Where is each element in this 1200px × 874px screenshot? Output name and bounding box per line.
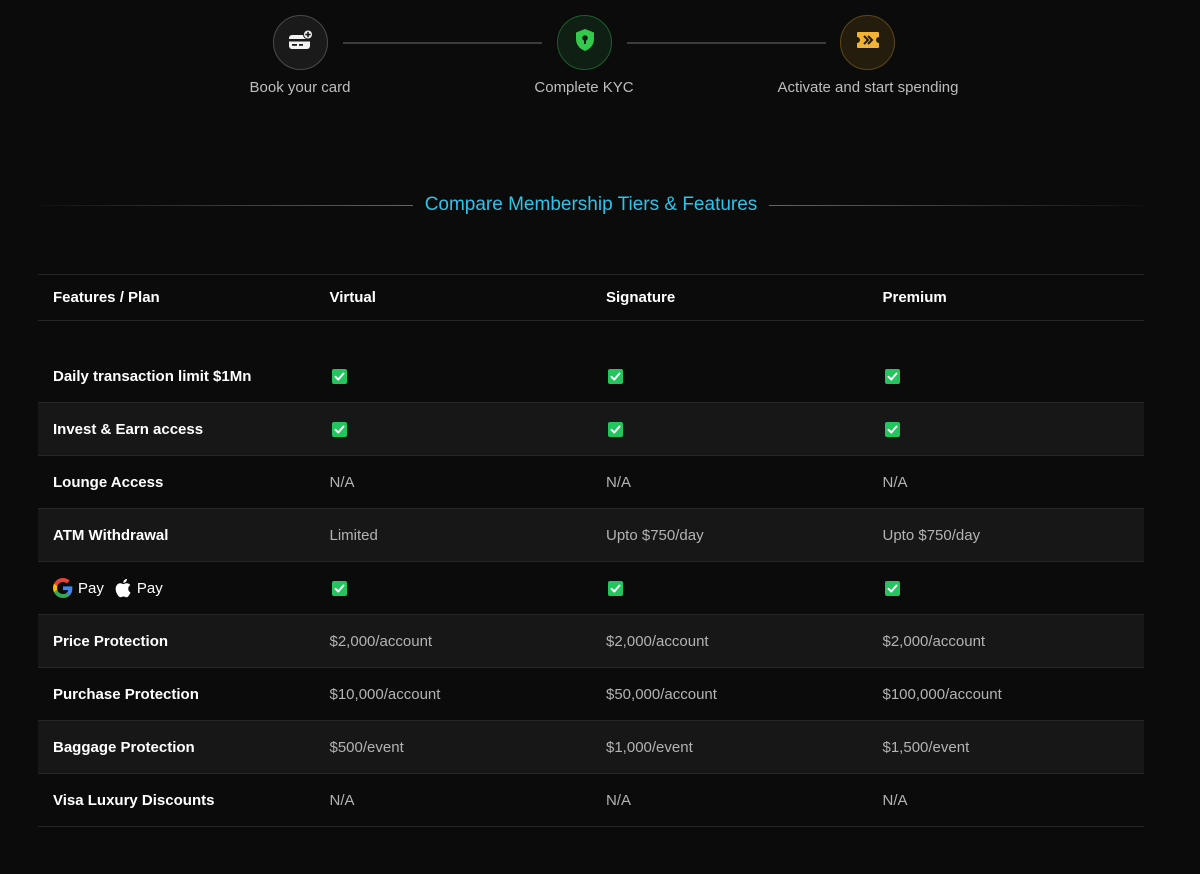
table-row: Pay Pay [38,562,1144,615]
feature-name: Daily transaction limit $1Mn [53,367,252,385]
signature-included [591,421,868,438]
google-g-icon [53,578,73,598]
gpay-applepay-logos: Pay Pay [53,578,315,598]
check-icon [331,422,347,438]
virtual-included [315,580,592,597]
activate-ticket-icon [855,30,881,55]
step-book-card [273,15,328,70]
step-label-activate: Activate and start spending [777,79,959,96]
premium-value: N/A [882,473,908,491]
premium-included [868,421,1145,438]
table-row: ATM Withdrawal Limited Upto $750/day Upto $… [38,509,1144,562]
table-row: Purchase Protection $10,000/account $50,00… [38,668,1144,721]
table-header: Features / Plan Virtual Signature Premiu… [38,274,1144,321]
feature-name: Baggage Protection [53,738,195,756]
virtual-value: $2,000/account [329,632,433,650]
header-premium: Premium [882,289,947,306]
check-icon [884,422,900,438]
table-row: Daily transaction limit $1Mn [38,350,1144,403]
premium-value: $100,000/account [882,685,1002,703]
signature-included [591,580,868,597]
onboarding-steps: Book your card Complete KYC Activate and… [0,0,1200,110]
table-row: Baggage Protection $500/event $1,000/event… [38,721,1144,774]
check-icon [884,581,900,597]
feature-name: Lounge Access [53,473,164,491]
feature-name: Price Protection [53,632,169,650]
virtual-value: Limited [329,526,378,544]
feature-name: Invest & Earn access [53,420,204,438]
apple-pay-label: Pay [136,579,163,597]
header-features: Features / Plan [53,289,160,306]
table-row: Visa Luxury Discounts N/A N/A N/A [38,774,1144,827]
header-signature: Signature [606,289,676,306]
signature-value: N/A [606,791,632,809]
premium-value: $1,500/event [882,738,970,756]
feature-name: Purchase Protection [53,685,199,703]
step-connector-2 [627,42,826,44]
feature-gpay-applepay: Pay Pay [38,578,315,598]
check-icon [331,581,347,597]
step-connector-1 [343,42,542,44]
check-icon [331,369,347,385]
check-icon [608,369,623,385]
virtual-included [315,368,592,385]
premium-value: N/A [882,791,908,809]
feature-name: Visa Luxury Discounts [53,791,215,809]
header-virtual: Virtual [329,289,376,306]
virtual-value: $10,000/account [329,685,441,703]
feature-name: ATM Withdrawal [53,526,169,544]
virtual-value: N/A [329,473,355,491]
check-icon [608,581,623,597]
heading-divider-right [769,204,1144,206]
section-title: Compare Membership Tiers & Features [424,194,758,215]
tier-comparison-table: Features / Plan Virtual Signature Premiu… [38,274,1144,827]
premium-included [868,580,1145,597]
signature-value: $2,000/account [606,632,709,650]
virtual-included [315,421,592,438]
premium-included [868,368,1145,385]
heading-divider-left [38,204,413,206]
step-activate [840,15,895,70]
check-icon [884,369,900,385]
step-complete-kyc [557,15,612,70]
premium-value: $2,000/account [882,632,986,650]
signature-value: N/A [606,473,632,491]
card-add-icon [288,29,314,56]
premium-value: Upto $750/day [882,526,981,544]
virtual-value: N/A [329,791,355,809]
signature-included [591,368,868,385]
table-body: Daily transaction limit $1Mn Invest & Ear… [38,350,1144,827]
signature-value: Upto $750/day [606,526,704,544]
section-heading: Compare Membership Tiers & Features [38,190,1144,220]
apple-logo-icon [114,578,132,598]
step-label-book-card: Book your card [249,79,351,96]
check-icon [608,422,623,438]
table-row: Price Protection $2,000/account $2,000/acc… [38,615,1144,668]
table-row: Lounge Access N/A N/A N/A [38,456,1144,509]
signature-value: $50,000/account [606,685,717,703]
google-pay-label: Pay [78,579,104,597]
step-label-kyc: Complete KYC [534,79,634,96]
signature-value: $1,000/event [606,738,693,756]
table-row: Invest & Earn access [38,403,1144,456]
shield-lock-icon [574,28,596,57]
virtual-value: $500/event [329,738,404,756]
